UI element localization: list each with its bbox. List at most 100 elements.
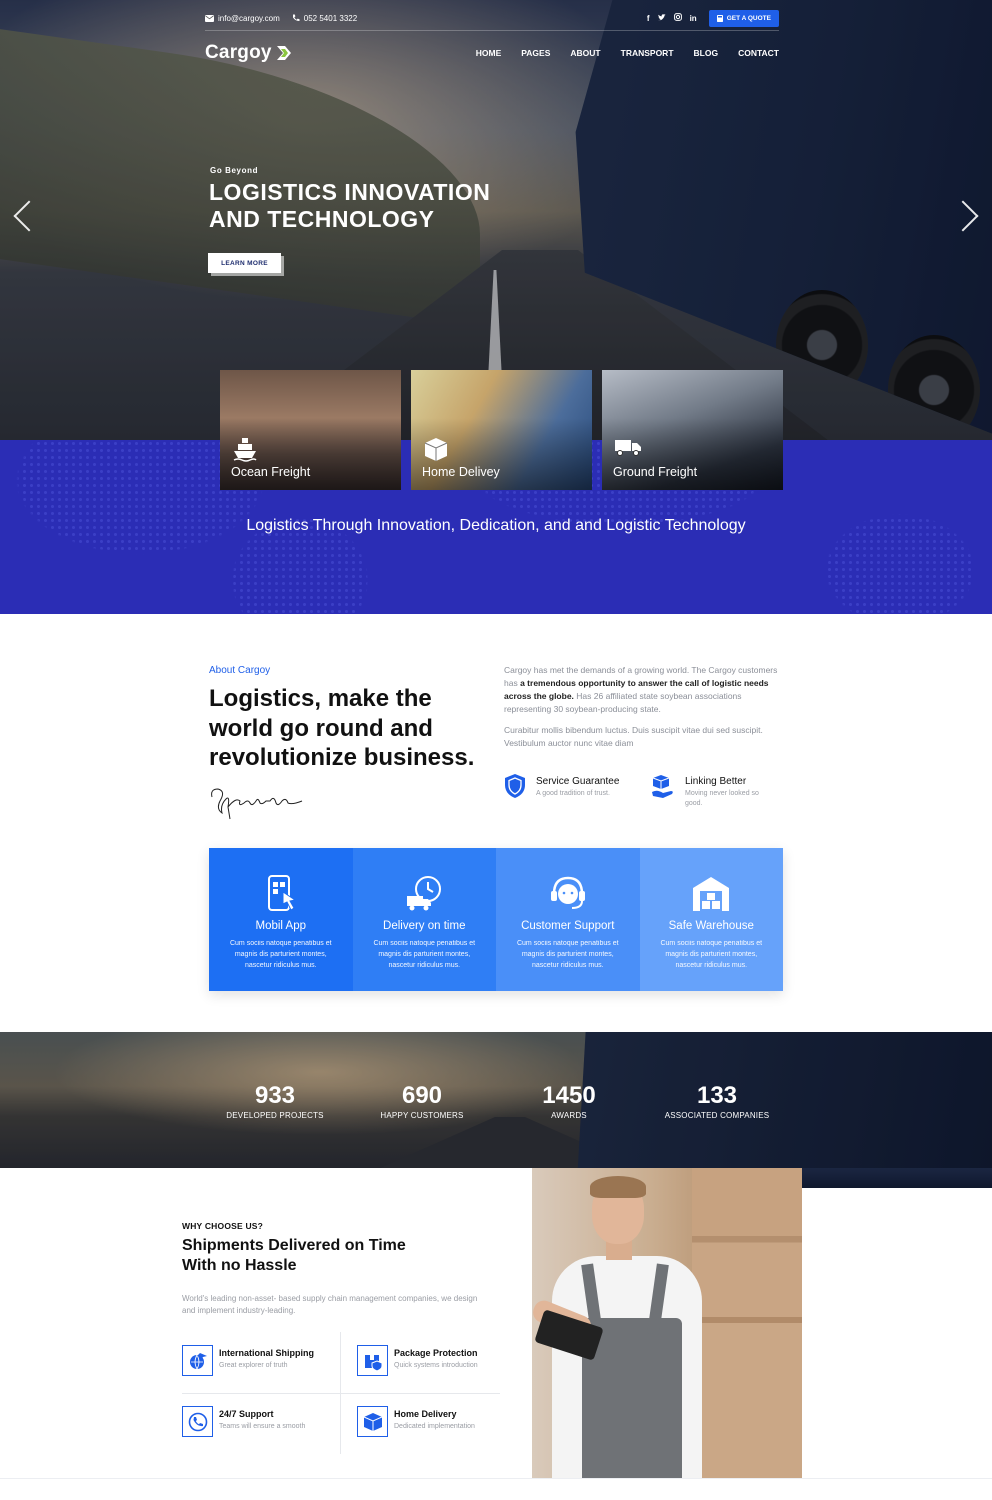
tile-delivery-on-time[interactable]: Delivery on time Cum sociis natoque pena… [352,848,496,991]
about-paragraph-2: Curabitur mollis bibendum luctus. Duis s… [504,725,763,748]
stat-label: DEVELOPED PROJECTS [226,1111,324,1120]
topbar: info@cargoy.com 052 5401 3322 f in GET A… [205,8,779,28]
feature-linking-better: Linking Better Moving never looked so go… [651,773,775,809]
tile-desc: Cum sociis natoque penatibus et magnis d… [660,940,763,969]
phone-support-icon [188,1412,207,1431]
facebook-icon[interactable]: f [647,14,650,23]
headset-icon [550,876,585,909]
social-links: f in [647,13,697,23]
service-card-ground-freight[interactable]: Ground Freight [602,370,783,490]
about-paragraph-1: Cargoy has met the demands of a growing … [504,664,778,716]
tile-desc: Cum sociis natoque penatibus et magnis d… [229,940,332,969]
topbar-divider [205,30,779,31]
nav-item-blog[interactable]: BLOG [694,48,719,58]
logo-text: Cargoy [205,42,272,63]
feature-icon-box [182,1406,213,1437]
box-icon [424,438,448,461]
stat-value: 133 [696,1082,738,1109]
nav-item-transport[interactable]: TRANSPORT [621,48,674,58]
feature-title: Service Guarantee [536,776,620,787]
why-feature-home-delivery: Home Delivery Dedicated implementation [357,1406,475,1437]
twitter-icon[interactable] [657,13,666,23]
why-feature-desc: Great explorer of truth [219,1362,288,1369]
feature-desc: Moving never looked so good. [685,790,759,807]
about-label: About Cargoy [209,665,271,676]
topbar-email[interactable]: info@cargoy.com [205,14,280,23]
service-label: Home Delivey [422,465,500,479]
get-a-quote-button[interactable]: GET A QUOTE [708,9,779,27]
shield-icon [505,774,525,798]
stat-label: HAPPY CUSTOMERS [380,1111,464,1120]
feature-icon-box [182,1345,213,1376]
nav-item-home[interactable]: HOME [476,48,502,58]
tile-title: Customer Support [521,920,615,932]
stat-happy-customers: 690 HAPPY CUSTOMERS [352,1082,492,1120]
truck-icon [615,440,641,456]
tile-title: Safe Warehouse [668,920,754,932]
worker-hair [590,1176,646,1198]
cube-icon [363,1412,382,1431]
why-feature-247-support: 24/7 Support Teams will ensure a smooth [182,1406,305,1437]
band-tagline: Logistics Through Innovation, Dedication… [246,517,746,534]
nav-item-pages[interactable]: PAGES [521,48,550,58]
why-feature-title: 24/7 Support [219,1409,274,1419]
signature-image [211,788,303,820]
topbar-phone[interactable]: 052 5401 3322 [292,14,357,23]
service-card-home-delivery[interactable]: Home Delivey [411,370,592,490]
hand-box-icon [652,775,673,798]
why-feature-title: International Shipping [219,1348,314,1358]
topbar-phone-text: 052 5401 3322 [303,13,358,23]
why-feature-title: Package Protection [394,1348,478,1358]
calculator-icon [716,14,723,22]
learn-more-button[interactable]: LEARN MORE [208,253,281,273]
tile-title: Delivery on time [383,920,466,932]
instagram-icon[interactable] [673,13,682,23]
feature-desc: A good tradition of trust. [536,790,610,797]
site-logo[interactable]: Cargoy [205,42,292,64]
stat-label: AWARDS [551,1111,587,1120]
feature-grid-divider-h [182,1393,500,1394]
tile-customer-support[interactable]: Customer Support Cum sociis natoque pena… [496,848,640,991]
worker-photo [532,1168,802,1478]
stat-value: 690 [401,1082,443,1109]
nav-item-about[interactable]: ABOUT [570,48,600,58]
why-feature-package-protection: Package Protection Quick systems introdu… [357,1345,478,1376]
tile-safe-warehouse[interactable]: Safe Warehouse Cum sociis natoque penati… [639,848,783,991]
why-label: WHY CHOOSE US? [182,1221,264,1231]
stat-label: ASSOCIATED COMPANIES [664,1111,770,1120]
feature-grid-divider-v [340,1332,341,1454]
nav-menu: HOME PAGES ABOUT TRANSPORT BLOG CONTACT [476,48,779,58]
tile-mobil-app[interactable]: Mobil App Cum sociis natoque penatibus e… [209,848,353,991]
hero-subtitle: Go Beyond [210,166,259,175]
why-title: Shipments Delivered on Time With no Hass… [182,1237,406,1274]
why-feature-desc: Teams will ensure a smooth [219,1423,306,1430]
page-bottom-divider [0,1478,992,1479]
linkedin-icon[interactable]: in [690,14,697,23]
stats-image-overflow [802,1168,992,1188]
why-feature-title: Home Delivery [394,1409,457,1419]
warehouse-boxes-bg [692,1168,802,1478]
stat-awards: 1450 AWARDS [499,1082,639,1120]
stat-associated-companies: 133 ASSOCIATED COMPANIES [647,1082,787,1120]
tile-desc: Cum sociis natoque penatibus et magnis d… [373,940,476,969]
nav-item-contact[interactable]: CONTACT [738,48,779,58]
quote-label: GET A QUOTE [726,14,771,22]
envelope-icon [205,14,214,22]
package-shield-icon [364,1354,382,1371]
globe-plane-icon [189,1352,207,1369]
tile-desc: Cum sociis natoque penatibus et magnis d… [516,940,619,969]
feature-icon-box [357,1406,388,1437]
service-label: Ground Freight [613,465,698,479]
feature-tiles: Mobil App Cum sociis natoque penatibus e… [209,848,783,991]
tile-title: Mobil App [255,920,306,932]
why-feature-international-shipping: International Shipping Great explorer of… [182,1345,314,1376]
why-description: World's leading non-asset- based supply … [182,1294,478,1315]
stat-value: 1450 [542,1082,596,1109]
stat-developed-projects: 933 DEVELOPED PROJECTS [205,1082,345,1120]
why-feature-desc: Dedicated implementation [394,1423,475,1430]
delivery-clock-icon [407,876,442,911]
service-card-ocean-freight[interactable]: Ocean Freight [220,370,401,490]
warehouse-icon [693,877,730,911]
logo-arrow-icon [274,44,292,62]
about-title: Logistics, make the world go round and r… [209,685,475,771]
